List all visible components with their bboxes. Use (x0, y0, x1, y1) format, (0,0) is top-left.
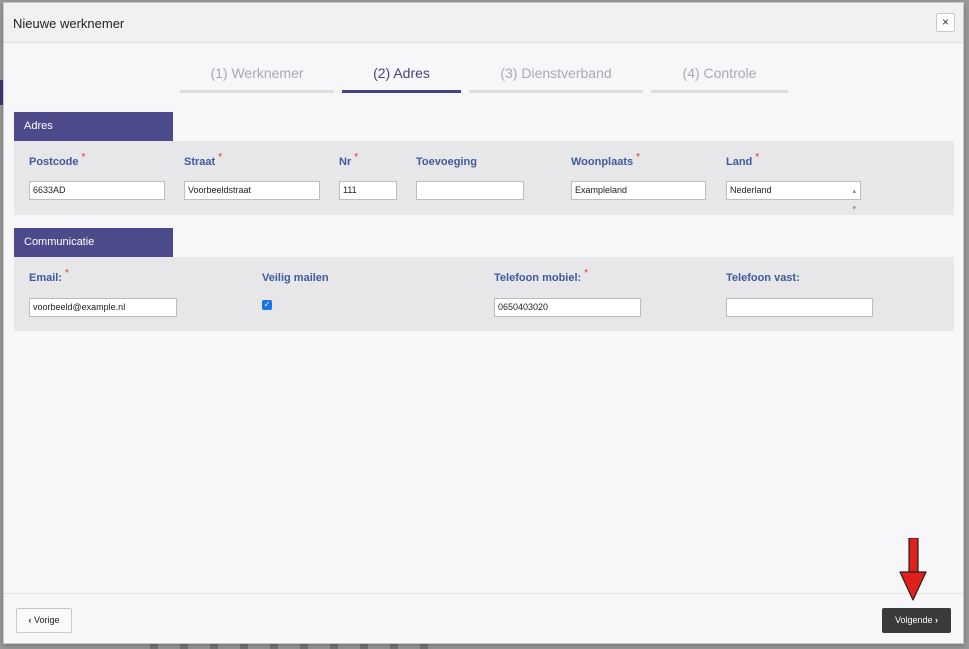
modal-header: Nieuwe werknemer × (4, 3, 963, 43)
telefoon-mobiel-input[interactable]: 0650403020 (494, 298, 641, 317)
straat-input[interactable]: Voorbeeldstraat (184, 181, 320, 200)
land-label: Land * (726, 152, 760, 168)
next-button[interactable]: Volgende › (882, 608, 951, 633)
annotation-arrow-icon (899, 538, 927, 601)
telefoon-vast-label: Telefoon vast: (726, 272, 800, 284)
telefoon-mobiel-label: Telefoon mobiel: * (494, 268, 589, 284)
footer-divider (4, 593, 963, 594)
woonplaats-input[interactable]: Exampleland (571, 181, 706, 200)
email-input[interactable]: voorbeeld@example.nl (29, 298, 177, 317)
land-select-value: Nederland (730, 185, 772, 195)
postcode-label: Postcode * (29, 152, 86, 168)
adres-section-panel: Postcode * 6633AD Straat * Voorbeeldstraat… (14, 141, 954, 215)
previous-button[interactable]: ‹ Vorige (16, 608, 72, 633)
select-arrows-icon: ▴ ▾ (852, 188, 856, 212)
veilig-mailen-checkbox[interactable]: ✓ (262, 300, 272, 310)
step-controle[interactable]: (4) Controle (651, 61, 788, 93)
postcode-input[interactable]: 6633AD (29, 181, 165, 200)
nr-input[interactable]: 111 (339, 181, 397, 200)
close-icon: × (941, 15, 949, 29)
step-adres[interactable]: (2) Adres (342, 61, 461, 93)
step-werknemer[interactable]: (1) Werknemer (180, 61, 334, 93)
straat-label: Straat * (184, 152, 223, 168)
wizard-steps: (1) Werknemer (2) Adres (3) Dienstverban… (4, 61, 963, 97)
new-employee-modal: Nieuwe werknemer × (1) Werknemer (2) Adr… (3, 2, 964, 644)
adres-section-header: Adres (14, 112, 173, 141)
woonplaats-label: Woonplaats * (571, 152, 641, 168)
checkmark-icon: ✓ (263, 300, 271, 309)
toevoeging-label: Toevoeging (416, 156, 477, 168)
land-select[interactable]: Nederland ▴ ▾ (726, 181, 861, 212)
chevron-left-icon: ‹ (28, 615, 32, 625)
step-dienstverband[interactable]: (3) Dienstverband (469, 61, 643, 93)
veilig-mailen-label: Veilig mailen (262, 272, 329, 284)
telefoon-vast-input[interactable] (726, 298, 873, 317)
modal-title: Nieuwe werknemer (13, 16, 125, 31)
next-label: Volgende (894, 615, 933, 625)
toevoeging-input[interactable] (416, 181, 524, 200)
chevron-right-icon: › (935, 615, 939, 625)
communicatie-section-header: Communicatie (14, 228, 173, 257)
email-label: Email: * (29, 268, 69, 284)
nr-label: Nr * (339, 152, 359, 168)
previous-label: Vorige (33, 615, 60, 625)
communicatie-section-panel: Email: * voorbeeld@example.nl Veilig mail… (14, 257, 954, 331)
close-button[interactable]: × (936, 13, 955, 32)
